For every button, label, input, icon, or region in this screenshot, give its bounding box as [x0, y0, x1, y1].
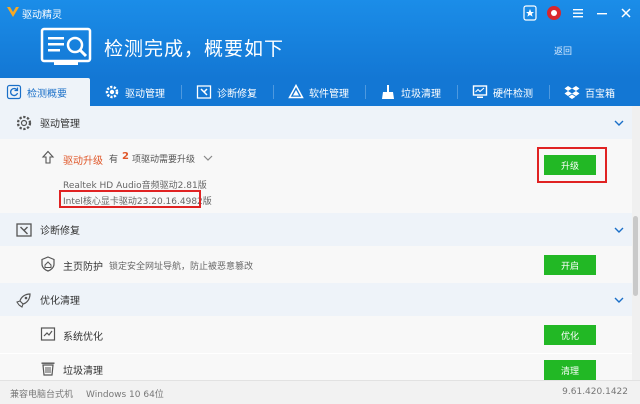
tab-junk-clean[interactable]: 垃圾清理 — [366, 78, 458, 106]
tab-label: 垃圾清理 — [401, 88, 441, 100]
tab-label: 百宝箱 — [585, 88, 615, 100]
window-controls — [522, 2, 634, 24]
chevron-down-icon[interactable] — [203, 153, 213, 163]
tab-label: 检测概要 — [27, 88, 67, 100]
section-title: 驱动管理 — [40, 119, 80, 130]
homepage-protect-label: 主页防护 — [63, 262, 103, 273]
status-bar: 兼容电脑台式机 Windows 10 64位 9.61.420.1422 — [0, 380, 640, 404]
highlight-box — [537, 147, 607, 183]
scan-report-icon — [40, 27, 92, 65]
homepage-protect-desc: 锁定安全网址导航，防止被恶意篡改 — [109, 262, 254, 272]
version-number: 9.61.420.1422 — [562, 387, 628, 397]
driver-upgrade-row: 驱动升级 有 2 项驱动需要升级 Realtek HD Audio音频驱动2.8… — [0, 139, 632, 213]
upgrade-label: 驱动升级 — [63, 156, 103, 167]
minimize-icon[interactable] — [594, 5, 610, 21]
dropbox-icon — [564, 84, 580, 100]
scrollbar-thumb[interactable] — [633, 216, 638, 296]
tab-label: 诊断修复 — [217, 88, 257, 100]
machine-type: 兼容电脑台式机 — [10, 390, 74, 400]
system-optimize-label: 系统优化 — [63, 332, 103, 343]
homepage-protect-row: 主页防护 锁定安全网址导航，防止被恶意篡改 开启 — [0, 246, 632, 283]
optimize-button[interactable]: 优化 — [544, 325, 596, 345]
menu-icon[interactable] — [570, 5, 586, 21]
junk-clean-label: 垃圾清理 — [63, 366, 103, 377]
shield-home-icon — [41, 256, 55, 272]
star-badge-icon[interactable] — [522, 5, 538, 21]
header: 驱动精灵 检测完成，概要如下 返回 — [0, 0, 640, 78]
tab-label: 驱动管理 — [125, 88, 165, 100]
tab-label: 硬件检测 — [493, 88, 533, 100]
monitor-icon — [472, 84, 488, 100]
chevron-down-icon[interactable] — [614, 295, 624, 305]
upgrade-arrow-icon — [41, 150, 55, 164]
repair-section-header[interactable]: 诊断修复 — [0, 213, 632, 246]
avatar-icon[interactable] — [546, 5, 562, 21]
chevron-down-icon[interactable] — [614, 118, 624, 128]
broom-icon — [380, 84, 396, 100]
trash-icon — [41, 362, 55, 376]
driver-section-header[interactable]: 驱动管理 — [0, 106, 632, 139]
gear-icon — [16, 115, 32, 130]
rocket-icon — [16, 292, 31, 308]
repair-icon — [196, 84, 212, 100]
system-optimize-row: 系统优化 优化 — [0, 316, 632, 353]
close-icon[interactable] — [618, 5, 634, 21]
clean-button[interactable]: 清理 — [544, 360, 596, 380]
section-title: 优化清理 — [40, 296, 80, 307]
chevron-down-icon[interactable] — [614, 225, 624, 235]
tab-label: 软件管理 — [309, 88, 349, 100]
junk-clean-row: 垃圾清理 清理 — [0, 354, 632, 380]
tab-overview[interactable]: 检测概要 — [0, 78, 90, 106]
refresh-icon — [6, 84, 22, 100]
app-title: 驱动精灵 — [22, 10, 62, 21]
content-area: 驱动管理 驱动升级 有 2 项驱动需要升级 Realtek HD Audio音频… — [0, 106, 632, 380]
tab-hardware-detect[interactable]: 硬件检测 — [458, 78, 550, 106]
upgrade-post: 项驱动需要升级 — [132, 155, 196, 165]
upgrade-pre: 有 — [109, 155, 119, 165]
scrollbar[interactable] — [632, 106, 640, 380]
app-logo-icon — [7, 7, 19, 17]
optimize-icon — [40, 327, 56, 341]
clean-section-header[interactable]: 优化清理 — [0, 283, 632, 316]
tab-diagnose-repair[interactable]: 诊断修复 — [182, 78, 274, 106]
tab-software-management[interactable]: 软件管理 — [274, 78, 366, 106]
gear-icon — [104, 84, 120, 100]
os-info: Windows 10 64位 — [86, 390, 164, 400]
main-tabs: 检测概要 驱动管理 诊断修复 软件管理 垃圾清理 硬件检测 百宝箱 — [0, 78, 640, 106]
highlight-box — [59, 190, 201, 208]
software-icon — [288, 84, 304, 100]
back-link[interactable]: 返回 — [554, 44, 572, 57]
tab-driver-management[interactable]: 驱动管理 — [90, 78, 182, 106]
section-title: 诊断修复 — [40, 226, 80, 237]
enable-button[interactable]: 开启 — [544, 255, 596, 275]
repair-icon — [16, 222, 32, 237]
tab-toolbox[interactable]: 百宝箱 — [550, 78, 640, 106]
headline: 检测完成，概要如下 — [104, 38, 285, 60]
upgrade-count: 2 — [122, 151, 129, 162]
